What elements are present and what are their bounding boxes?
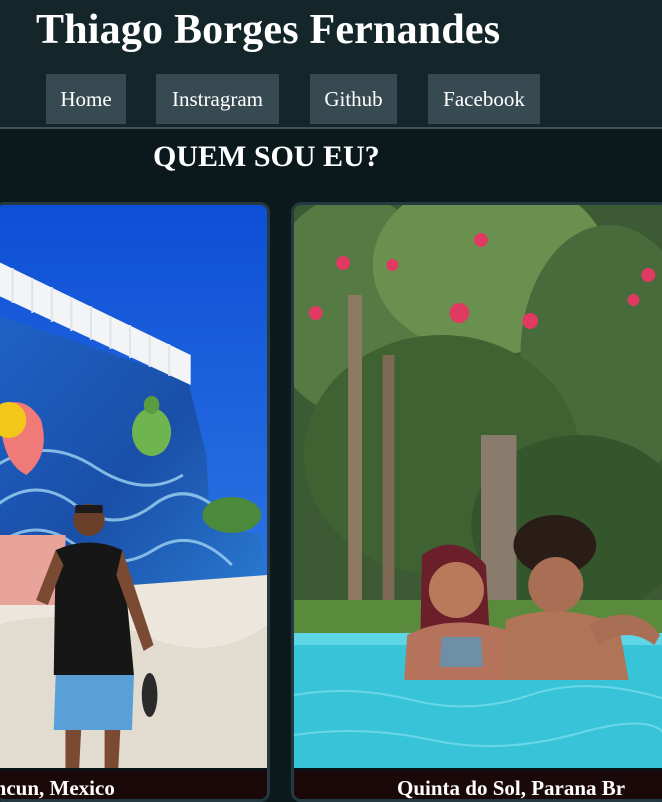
photo-caption: Quinta do Sol, Parana Br [294,771,662,799]
photo-caption: Cancun, Mexico [0,771,267,799]
gallery-card-cancun: Cancun, Mexico [0,202,270,802]
site-title: Thiago Borges Fernandes [36,7,501,53]
nav-facebook-link[interactable]: Facebook [428,74,540,124]
section-title: QUEM SOU EU? [153,140,380,173]
nav-home-link[interactable]: Home [46,74,126,124]
beach-mural-photo [0,205,267,768]
pool-couple-photo [294,205,662,768]
site-header: Thiago Borges Fernandes Home Instragram … [0,0,662,129]
nav-github-link[interactable]: Github [310,74,397,124]
gallery-card-quinta: Quinta do Sol, Parana Br [291,202,662,802]
nav-instagram-link[interactable]: Instragram [156,74,279,124]
